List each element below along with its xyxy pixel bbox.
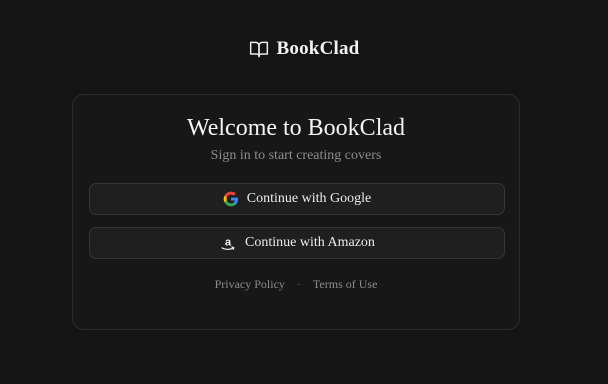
open-book-icon	[249, 39, 269, 59]
terms-of-use-link[interactable]: Terms of Use	[313, 277, 377, 292]
brand-header: BookClad	[0, 38, 608, 60]
page-title: Welcome to BookClad	[186, 115, 406, 141]
continue-with-amazon-button[interactable]: a Continue with Amazon	[89, 227, 505, 259]
continue-with-google-button[interactable]: Continue with Google	[89, 183, 505, 215]
sign-in-card: Welcome to BookClad Sign in to start cre…	[72, 94, 520, 330]
google-icon	[223, 191, 239, 207]
amazon-icon: a	[219, 234, 237, 252]
privacy-policy-link[interactable]: Privacy Policy	[215, 277, 285, 292]
footer-separator: ·	[296, 277, 301, 291]
google-button-label: Continue with Google	[246, 191, 372, 206]
page-subtitle: Sign in to start creating covers	[210, 148, 382, 163]
amazon-button-label: Continue with Amazon	[245, 235, 375, 250]
brand-name: BookClad	[276, 38, 360, 59]
svg-text:a: a	[225, 236, 232, 248]
legal-links: Privacy Policy · Terms of Use	[73, 277, 519, 292]
